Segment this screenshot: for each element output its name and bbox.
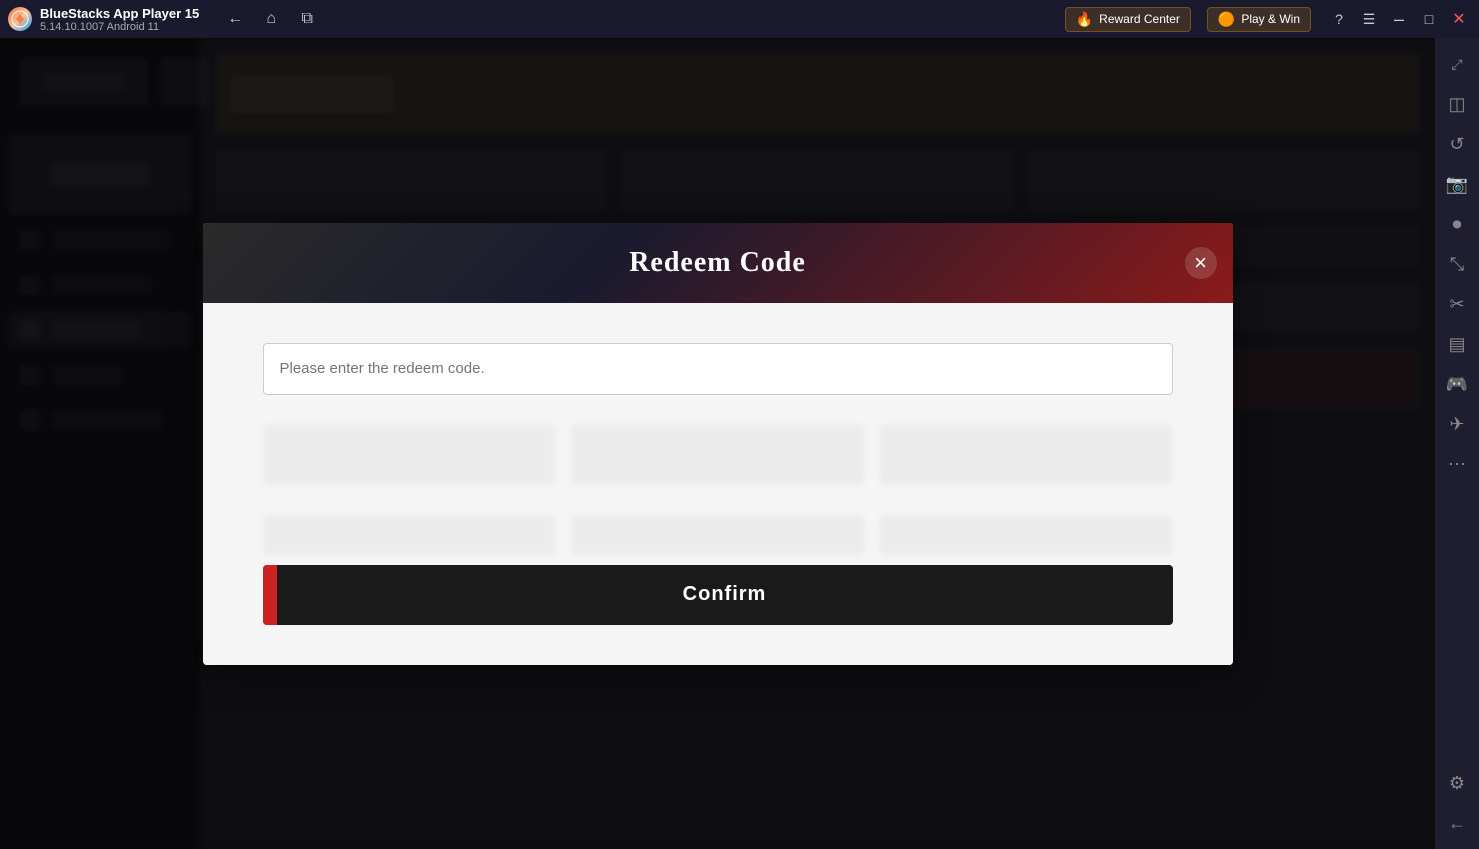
reward-center-label: Reward Center — [1099, 12, 1180, 26]
reward-row-item-2 — [571, 515, 864, 555]
code-input-wrapper — [263, 343, 1173, 395]
app-info: BlueStacks App Player 15 5.14.10.1007 An… — [40, 6, 199, 33]
title-bar-left: BlueStacks App Player 15 5.14.10.1007 An… — [8, 6, 1065, 33]
reward-row — [263, 515, 1173, 555]
help-button[interactable]: ? — [1327, 7, 1351, 31]
reward-grid — [263, 425, 1173, 485]
menu-button[interactable]: ☰ — [1357, 7, 1381, 31]
close-x-icon: × — [1194, 250, 1207, 276]
title-bar-center: 🔥 Reward Center 🟠 Play & Win — [1065, 7, 1311, 32]
redeem-code-input[interactable] — [263, 343, 1173, 395]
sidebar-camera-icon[interactable]: 📷 — [1439, 166, 1475, 202]
redeem-code-modal: Redeem Code × — [203, 223, 1233, 665]
play-win-label: Play & Win — [1241, 12, 1300, 26]
home-button[interactable]: ⌂ — [259, 7, 283, 31]
fire-icon: 🔥 — [1076, 11, 1093, 28]
confirm-button-label: Confirm — [277, 583, 1173, 606]
back-button[interactable]: ← — [223, 7, 247, 31]
sidebar-screen-icon[interactable]: ◫ — [1439, 86, 1475, 122]
sidebar-settings-icon[interactable]: ⚙ — [1439, 765, 1475, 801]
sidebar-back-icon[interactable]: ← — [1439, 805, 1475, 841]
layers-button[interactable]: ⧉ — [295, 7, 319, 31]
sidebar-resize-icon[interactable]: ⤡ — [1439, 246, 1475, 282]
reward-item-3 — [880, 425, 1173, 485]
app-subtitle: 5.14.10.1007 Android 11 — [40, 21, 199, 33]
sidebar-plane-icon[interactable]: ✈ — [1439, 406, 1475, 442]
reward-item-1 — [263, 425, 556, 485]
confirm-button[interactable]: Confirm — [263, 565, 1173, 625]
sidebar-crop-icon[interactable]: ✂ — [1439, 286, 1475, 322]
play-win-button[interactable]: 🟠 Play & Win — [1207, 7, 1311, 32]
modal-header: Redeem Code × — [203, 223, 1233, 303]
app-logo — [8, 7, 32, 31]
sidebar-expand-icon[interactable]: ⤢ — [1439, 46, 1475, 82]
sidebar-record-icon[interactable]: ⏺ — [1439, 206, 1475, 242]
reward-row-item-1 — [263, 515, 556, 555]
sidebar-macro-icon[interactable]: ▤ — [1439, 326, 1475, 362]
right-sidebar: ⤢ ◫ ↺ 📷 ⏺ ⤡ ✂ ▤ 🎮 ✈ ⋯ ⚙ ← — [1435, 38, 1479, 849]
modal-overlay: Redeem Code × — [0, 38, 1435, 849]
sidebar-more-icon[interactable]: ⋯ — [1439, 446, 1475, 482]
minimize-button[interactable]: – — [1387, 7, 1411, 31]
sidebar-gamepad-icon[interactable]: 🎮 — [1439, 366, 1475, 402]
sidebar-bottom: ⚙ ← — [1439, 765, 1475, 841]
window-close-button[interactable]: ✕ — [1447, 7, 1471, 31]
modal-title: Redeem Code — [629, 247, 806, 279]
confirm-button-accent — [263, 565, 277, 625]
reward-center-button[interactable]: 🔥 Reward Center — [1065, 7, 1191, 32]
reward-row-item-3 — [880, 515, 1173, 555]
app-title: BlueStacks App Player 15 — [40, 6, 199, 21]
title-bar: BlueStacks App Player 15 5.14.10.1007 An… — [0, 0, 1479, 38]
orange-circle-icon: 🟠 — [1218, 11, 1235, 28]
reward-item-2 — [571, 425, 864, 485]
nav-icons: ← ⌂ ⧉ — [223, 7, 319, 31]
modal-close-button[interactable]: × — [1185, 247, 1217, 279]
maximize-button[interactable]: □ — [1417, 7, 1441, 31]
title-bar-right: ? ☰ – □ ✕ — [1327, 7, 1471, 31]
modal-body: Confirm — [203, 303, 1233, 665]
sidebar-refresh-icon[interactable]: ↺ — [1439, 126, 1475, 162]
